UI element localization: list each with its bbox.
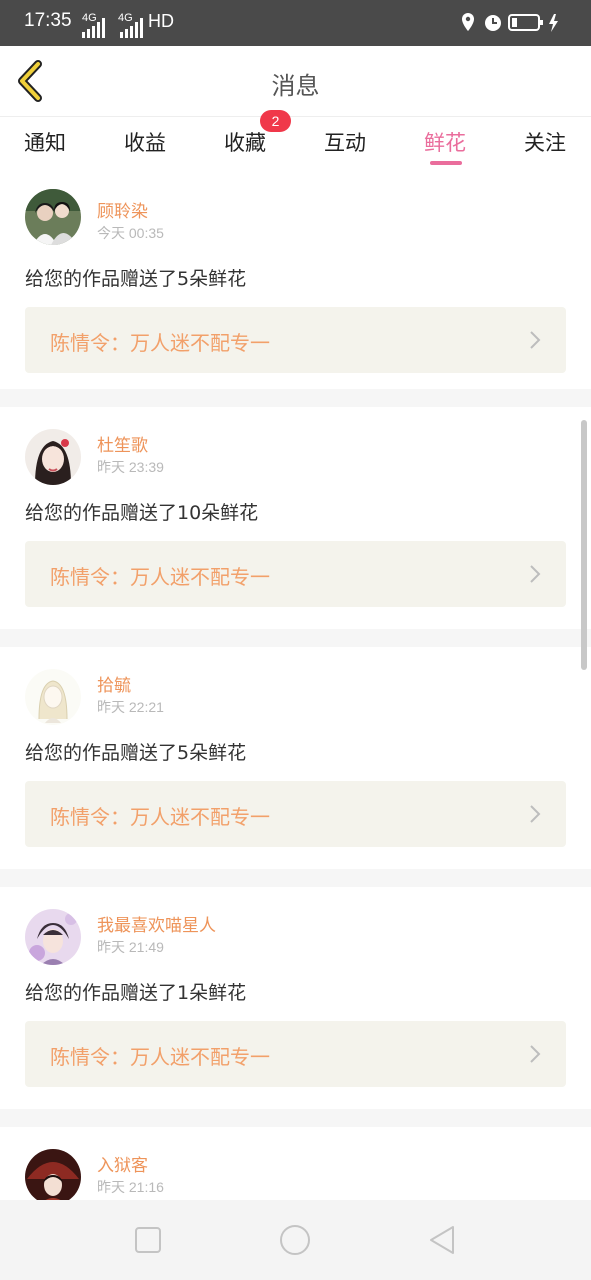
work-link[interactable]: 陈情令：万人迷不配专一 — [25, 541, 566, 607]
hd-indicator: HD — [148, 11, 174, 31]
username[interactable]: 入狱客 — [97, 1151, 148, 1176]
work-title: 陈情令：万人迷不配专一 — [50, 565, 270, 589]
divider — [0, 869, 591, 887]
avatar-anime-red-icon — [25, 1149, 81, 1200]
avatar-couple-photo-icon — [25, 189, 81, 245]
chevron-right-icon — [530, 805, 541, 823]
tab-flowers[interactable]: 鲜花 — [424, 127, 466, 157]
recents-button[interactable] — [130, 1222, 166, 1258]
timestamp: 昨天 21:16 — [97, 1179, 164, 1195]
avatar-sketch-icon — [25, 669, 81, 725]
alarm-icon — [485, 15, 501, 31]
tab-bar: 通知 收益 收藏 互动 鲜花 关注 — [0, 117, 591, 173]
page-title: 消息 — [271, 72, 320, 100]
work-title: 陈情令：万人迷不配专一 — [50, 1045, 270, 1069]
tab-earnings[interactable]: 收益 — [124, 127, 166, 157]
chevron-right-icon — [530, 331, 541, 349]
status-bar: 17:35 4G 4G HD — [0, 0, 591, 46]
signal-icon-2 — [120, 18, 144, 38]
timestamp: 昨天 21:49 — [97, 939, 164, 955]
charging-icon — [549, 14, 558, 32]
status-icons-right — [461, 12, 571, 34]
list-item: 拾毓 昨天 22:21 给您的作品赠送了5朵鲜花 陈情令：万人迷不配专一 — [0, 647, 591, 863]
location-icon — [462, 13, 474, 31]
active-tab-indicator — [430, 161, 462, 165]
chevron-right-icon — [530, 565, 541, 583]
divider — [0, 629, 591, 647]
timestamp: 昨天 23:39 — [97, 459, 164, 475]
square-icon — [135, 1227, 161, 1253]
work-link[interactable]: 陈情令：万人迷不配专一 — [25, 1021, 566, 1087]
message-text: 给您的作品赠送了5朵鲜花 — [25, 742, 247, 764]
avatar[interactable] — [25, 909, 81, 965]
message-text: 给您的作品赠送了10朵鲜花 — [25, 502, 259, 524]
status-time: 17:35 — [24, 10, 72, 31]
work-link[interactable]: 陈情令：万人迷不配专一 — [25, 781, 566, 847]
work-title: 陈情令：万人迷不配专一 — [50, 331, 270, 355]
username[interactable]: 拾毓 — [97, 671, 131, 696]
scrollbar[interactable] — [581, 420, 587, 670]
timestamp: 昨天 22:21 — [97, 699, 164, 715]
tab-favorites[interactable]: 收藏 — [224, 127, 266, 157]
list-item: 杜笙歌 昨天 23:39 给您的作品赠送了10朵鲜花 陈情令：万人迷不配专一 — [0, 407, 591, 623]
username[interactable]: 我最喜欢喵星人 — [97, 911, 216, 936]
divider — [0, 1109, 591, 1127]
tab-notifications[interactable]: 通知 — [24, 127, 66, 157]
signal-icon-1 — [82, 18, 106, 38]
list-item: 顾聆染 今天 00:35 给您的作品赠送了5朵鲜花 陈情令：万人迷不配专一 — [0, 173, 591, 389]
work-title: 陈情令：万人迷不配专一 — [50, 805, 270, 829]
favorites-badge: 2 — [260, 110, 291, 132]
list-item: 入狱客 昨天 21:16 — [0, 1127, 591, 1200]
avatar[interactable] — [25, 669, 81, 725]
avatar[interactable] — [25, 1149, 81, 1200]
avatar-girl-photo-icon — [25, 429, 81, 485]
circle-icon — [280, 1225, 310, 1255]
home-button[interactable] — [277, 1222, 313, 1258]
header: 消息 — [0, 46, 591, 117]
avatar[interactable] — [25, 189, 81, 245]
system-nav-bar — [0, 1200, 591, 1280]
work-link[interactable]: 陈情令：万人迷不配专一 — [25, 307, 566, 373]
avatar-anime-boy-icon — [25, 909, 81, 965]
tab-interactions[interactable]: 互动 — [324, 127, 366, 157]
timestamp: 今天 00:35 — [97, 225, 164, 241]
divider — [0, 389, 591, 407]
message-text: 给您的作品赠送了5朵鲜花 — [25, 268, 247, 290]
list-item: 我最喜欢喵星人 昨天 21:49 给您的作品赠送了1朵鲜花 陈情令：万人迷不配专… — [0, 887, 591, 1103]
triangle-back-icon — [430, 1226, 454, 1254]
username[interactable]: 杜笙歌 — [97, 431, 148, 456]
chevron-right-icon — [530, 1045, 541, 1063]
tab-following[interactable]: 关注 — [524, 127, 566, 157]
avatar[interactable] — [25, 429, 81, 485]
username[interactable]: 顾聆染 — [97, 197, 148, 222]
message-text: 给您的作品赠送了1朵鲜花 — [25, 982, 247, 1004]
nav-back-button[interactable] — [424, 1222, 460, 1258]
battery-icon — [508, 14, 543, 31]
